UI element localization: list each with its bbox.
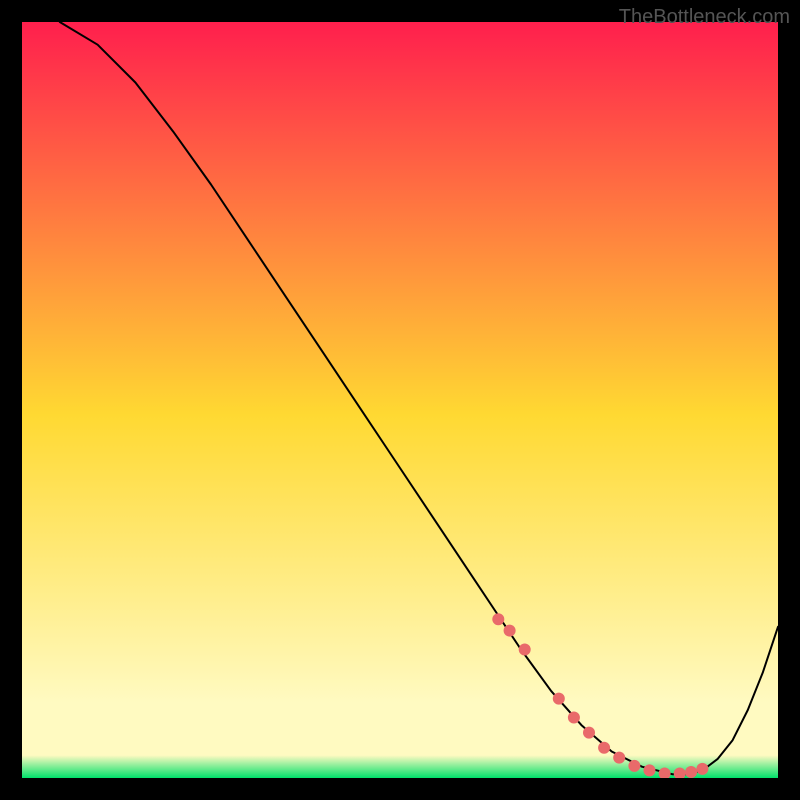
highlight-dot bbox=[492, 613, 504, 625]
highlight-dot bbox=[613, 752, 625, 764]
highlight-dot bbox=[553, 693, 565, 705]
highlight-dot bbox=[628, 760, 640, 772]
chart-background bbox=[22, 22, 778, 778]
highlight-dot bbox=[504, 625, 516, 637]
highlight-dot bbox=[644, 764, 656, 776]
highlight-dot bbox=[568, 712, 580, 724]
highlight-dot bbox=[583, 727, 595, 739]
chart-svg bbox=[22, 22, 778, 778]
highlight-dot bbox=[685, 766, 697, 778]
highlight-dot bbox=[598, 742, 610, 754]
watermark-text: TheBottleneck.com bbox=[619, 6, 790, 29]
highlight-dot bbox=[696, 763, 708, 775]
chart-plot-area bbox=[22, 22, 778, 778]
highlight-dot bbox=[519, 644, 531, 656]
